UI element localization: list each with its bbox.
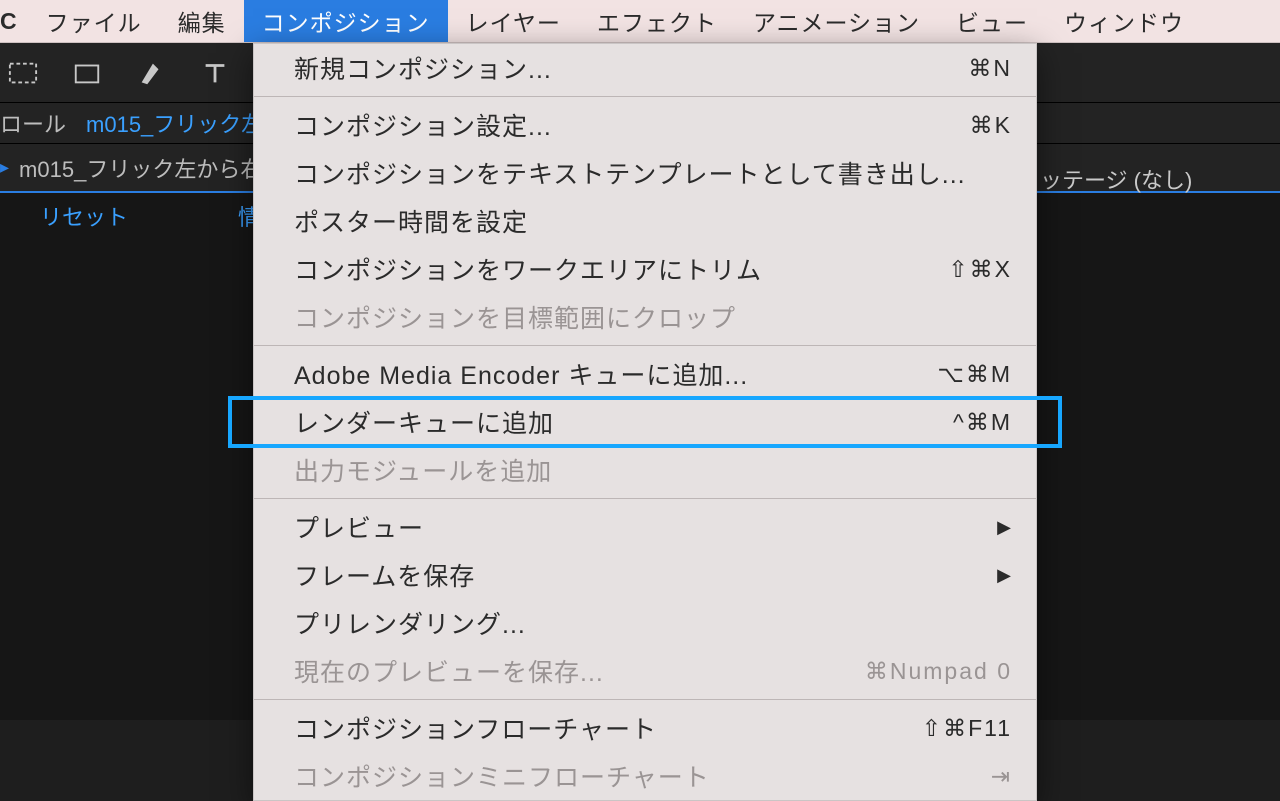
submenu-arrow-icon: ▶ [997,517,1012,538]
menu-separator [254,498,1036,499]
menu-separator [254,345,1036,346]
menu-item-add-to-render-queue[interactable]: レンダーキューに追加 ^⌘M [230,398,1060,446]
menubar-item-effect[interactable]: エフェクト [579,0,735,42]
menu-item-add-output-module: 出力モジュールを追加 [254,446,1036,494]
subtab-reset[interactable]: リセット [40,200,128,232]
hand-tool-icon[interactable] [0,53,46,93]
menubar-item-layer[interactable]: レイヤー [448,0,579,42]
menu-item-preview[interactable]: プレビュー ▶ [254,503,1036,551]
composition-menu: 新規コンポジション... ⌘N コンポジション設定... ⌘K コンポジションを… [253,43,1037,801]
app-menu-initial[interactable]: C [0,0,28,42]
type-tool-icon[interactable] [192,53,238,93]
menu-item-crop-to-roi: コンポジションを目標範囲にクロップ [254,293,1036,341]
footage-panel-label: ッテージ (なし) [1040,163,1192,195]
menu-item-save-current-preview: 現在のプレビューを保存... ⌘Numpad 0 [254,647,1036,695]
effect-controls-prefix: ロール [0,107,66,139]
menu-item-composition-settings[interactable]: コンポジション設定... ⌘K [254,101,1036,149]
menubar-item-composition[interactable]: コンポジション [244,0,448,42]
submenu-arrow-icon: ▶ [997,565,1012,586]
menu-item-add-to-ame-queue[interactable]: Adobe Media Encoder キューに追加... ⌥⌘M [254,350,1036,398]
menu-item-export-text-template[interactable]: コンポジションをテキストテンプレートとして書き出し... [254,149,1036,197]
menu-item-pre-render[interactable]: プリレンダリング... [254,599,1036,647]
menu-item-new-composition[interactable]: 新規コンポジション... ⌘N [254,44,1036,92]
menu-item-trim-to-work-area[interactable]: コンポジションをワークエリアにトリム ⇧⌘X [254,245,1036,293]
menu-separator [254,699,1036,700]
menubar-item-edit[interactable]: 編集 [160,0,244,42]
menu-item-comp-flowchart[interactable]: コンポジションフローチャート ⇧⌘F11 [254,704,1036,752]
menubar-item-file[interactable]: ファイル [28,0,160,42]
menu-item-save-frame[interactable]: フレームを保存 ▶ [254,551,1036,599]
menubar-item-window[interactable]: ウィンドウ [1046,0,1202,42]
comp-bullet-icon: ▸ [0,157,9,178]
menubar-item-animation[interactable]: アニメーション [735,0,938,42]
comp-name-label: m015_フリック左から右 [19,152,262,184]
menubar: C ファイル 編集 コンポジション レイヤー エフェクト アニメーション ビュー… [0,0,1280,43]
rectangle-tool-icon[interactable] [64,53,110,93]
menu-separator [254,96,1036,97]
menubar-item-view[interactable]: ビュー [938,0,1046,42]
menu-item-set-poster-time[interactable]: ポスター時間を設定 [254,197,1036,245]
menu-item-comp-mini-flowchart: コンポジションミニフローチャート ⇥ [254,752,1036,800]
pen-tool-icon[interactable] [128,53,174,93]
effect-controls-comp-link[interactable]: m015_フリック左 [86,107,263,139]
